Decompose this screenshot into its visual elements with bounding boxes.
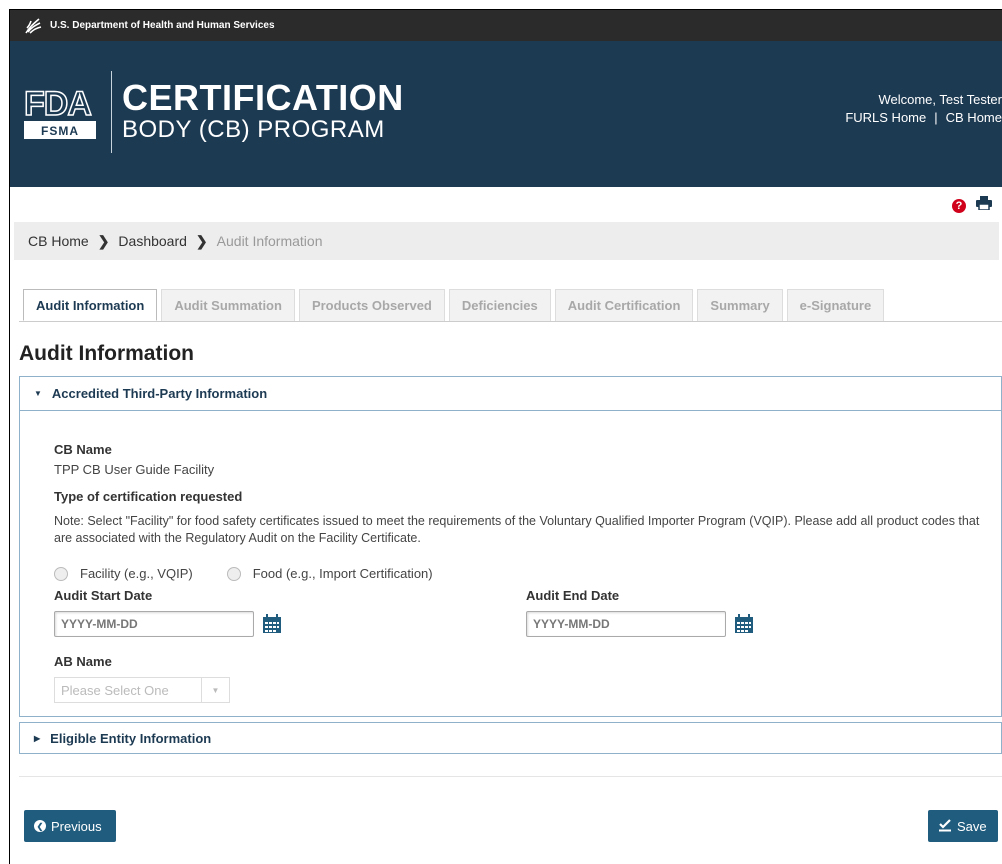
- cert-type-radios: Facility (e.g., VQIP) Food (e.g., Import…: [54, 566, 433, 581]
- radio-food[interactable]: [226, 566, 241, 581]
- previous-button-label: Previous: [51, 818, 102, 834]
- furls-home-link[interactable]: FURLS Home: [845, 110, 926, 125]
- save-button[interactable]: Save: [928, 810, 998, 842]
- chevron-down-icon: ▼: [201, 678, 229, 702]
- end-date-label: Audit End Date: [526, 588, 620, 603]
- cb-name-label: CB Name: [54, 442, 112, 457]
- link-separator: |: [934, 110, 938, 125]
- ab-name-select[interactable]: Please Select One ▼: [54, 677, 230, 703]
- welcome-text: Welcome, Test Tester: [878, 92, 1002, 107]
- cb-name-value: TPP CB User Guide Facility: [54, 462, 215, 477]
- tab-audit-information[interactable]: Audit Information: [23, 289, 158, 321]
- radio-facility[interactable]: [54, 566, 68, 581]
- start-date-input[interactable]: [54, 611, 254, 637]
- ab-name-label: AB Name: [54, 654, 112, 669]
- cert-type-label: Type of certification requested: [54, 489, 243, 504]
- breadcrumb: CB Home ❯ Dashboard ❯ Audit Information: [14, 222, 999, 260]
- svg-text:FDA: FDA: [24, 85, 91, 123]
- radio-facility-label[interactable]: Facility (e.g., VQIP): [80, 566, 193, 581]
- chevron-left-circle-icon: ❮: [34, 820, 46, 832]
- eligible-entity-panel-header[interactable]: ▶ Eligible Entity Information: [20, 723, 1001, 753]
- footer-divider: [19, 776, 1002, 777]
- ab-name-selected: Please Select One: [61, 682, 169, 698]
- calendar-icon[interactable]: [734, 614, 754, 634]
- breadcrumb-dashboard[interactable]: Dashboard: [118, 233, 187, 249]
- cb-home-link[interactable]: CB Home: [946, 110, 1002, 125]
- header-banner: FDA FSMA CERTIFICATION BODY (CB) PROGRAM…: [10, 41, 1002, 187]
- calendar-icon[interactable]: [262, 614, 282, 634]
- eligible-entity-panel: ▶ Eligible Entity Information: [19, 722, 1002, 754]
- tab-divider: [19, 321, 1002, 322]
- app-frame: U.S. Department of Health and Human Serv…: [9, 9, 1002, 864]
- banner-divider: [111, 71, 112, 153]
- tab-audit-summation[interactable]: Audit Summation: [161, 289, 295, 321]
- hhs-title: U.S. Department of Health and Human Serv…: [50, 20, 275, 31]
- hhs-eagle-icon: [22, 15, 44, 37]
- start-date-label: Audit Start Date: [54, 588, 153, 603]
- program-title-line2: BODY (CB) PROGRAM: [122, 116, 385, 143]
- step-tabs: Audit Information Audit Summation Produc…: [23, 289, 885, 321]
- fda-fsma-logo: FDA FSMA: [23, 83, 99, 141]
- hhs-bar: U.S. Department of Health and Human Serv…: [10, 10, 1002, 41]
- save-button-label: Save: [957, 818, 987, 834]
- caret-right-icon: ▶: [34, 733, 41, 743]
- check-underline-icon: [938, 818, 952, 835]
- accredited-third-party-panel-header[interactable]: ▼ Accredited Third-Party Information: [20, 377, 1001, 411]
- tab-e-signature[interactable]: e-Signature: [786, 289, 885, 321]
- user-area: Welcome, Test Tester FURLS Home | CB Home: [845, 91, 1002, 127]
- tab-deficiencies[interactable]: Deficiencies: [448, 289, 551, 321]
- panel-title: Eligible Entity Information: [50, 730, 212, 746]
- svg-text:FSMA: FSMA: [41, 124, 79, 138]
- radio-food-label[interactable]: Food (e.g., Import Certification): [253, 566, 433, 581]
- previous-button[interactable]: ❮ Previous: [24, 810, 116, 842]
- page-title: Audit Information: [19, 342, 194, 365]
- breadcrumb-current: Audit Information: [216, 233, 323, 249]
- end-date-input[interactable]: [526, 611, 726, 637]
- chevron-right-icon: ❯: [97, 232, 110, 249]
- page-tools: ?: [952, 196, 992, 215]
- tab-audit-certification[interactable]: Audit Certification: [554, 289, 694, 321]
- chevron-right-icon: ❯: [195, 232, 208, 249]
- print-icon[interactable]: [976, 196, 992, 215]
- caret-down-icon: ▼: [34, 389, 42, 398]
- cert-type-note: Note: Select "Facility" for food safety …: [54, 514, 980, 545]
- program-title: CERTIFICATION BODY (CB) PROGRAM: [122, 79, 404, 143]
- program-title-line1: CERTIFICATION: [122, 77, 404, 118]
- tab-summary[interactable]: Summary: [697, 289, 783, 321]
- breadcrumb-cb-home[interactable]: CB Home: [28, 233, 89, 249]
- tab-products-observed[interactable]: Products Observed: [298, 289, 445, 321]
- question-circle-icon[interactable]: ?: [952, 198, 966, 213]
- panel-title: Accredited Third-Party Information: [51, 386, 268, 401]
